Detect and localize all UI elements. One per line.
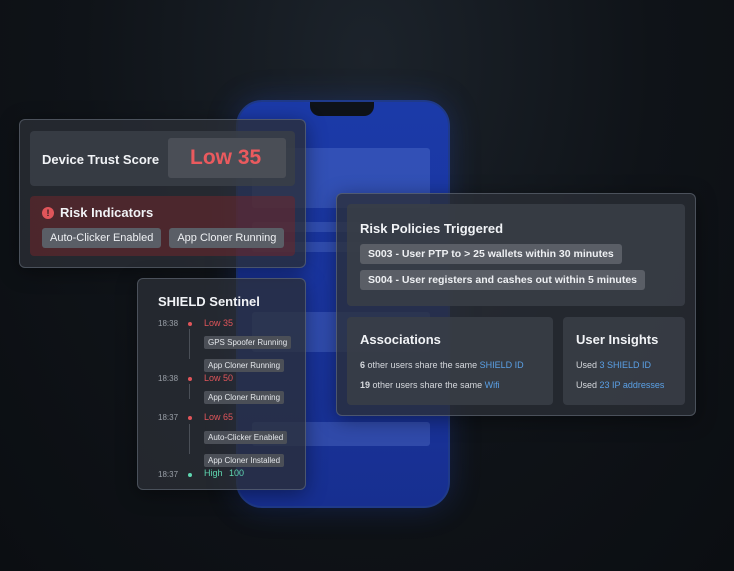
event-chips: GPS Spoofer Running App Cloner Running xyxy=(204,332,292,373)
event-chip: Auto-Clicker Enabled xyxy=(204,431,288,444)
association-line: 6 other users share the same SHIELD ID xyxy=(360,360,524,370)
insight-prefix: Used xyxy=(576,380,598,390)
event-dot-low xyxy=(188,416,192,420)
user-insights-panel: User Insights Used 3 SHIELD ID Used 23 I… xyxy=(563,317,685,405)
event-label: Low 65 xyxy=(204,412,234,422)
phone-notch xyxy=(310,102,374,116)
insight-link[interactable]: 3 SHIELD ID xyxy=(600,360,652,370)
event-time: 18:38 xyxy=(158,319,179,328)
trust-score-title: Device Trust Score xyxy=(42,152,160,167)
event-label: High 100 xyxy=(204,468,244,478)
event-level: High xyxy=(204,468,223,478)
risk-policies-title: Risk Policies Triggered xyxy=(360,221,504,236)
event-score: 100 xyxy=(229,468,245,478)
associations-panel: Associations 6 other users share the sam… xyxy=(347,317,553,405)
insight-link[interactable]: 23 IP addresses xyxy=(600,380,665,390)
event-dot-low xyxy=(188,377,192,381)
timeline-line xyxy=(189,424,190,454)
trust-score-panel: Device Trust Score Low 35 xyxy=(30,131,295,186)
association-link[interactable]: SHIELD ID xyxy=(480,360,524,370)
shield-sentinel-card: SHIELD Sentinel 18:38 Low 35 GPS Spoofer… xyxy=(137,278,306,490)
user-insights-title: User Insights xyxy=(576,332,659,347)
insight-line: Used 23 IP addresses xyxy=(576,380,664,390)
risk-summary-card: Risk Policies Triggered S003 - User PTP … xyxy=(336,193,696,416)
event-time: 18:37 xyxy=(158,470,179,479)
event-dot-high xyxy=(188,473,192,477)
event-chip: App Cloner Running xyxy=(204,359,285,372)
sentinel-title: SHIELD Sentinel xyxy=(158,294,260,309)
risk-indicators-title: Risk Indicators xyxy=(60,205,154,220)
event-chip: App Cloner Installed xyxy=(204,454,285,467)
event-time: 18:38 xyxy=(158,374,179,383)
risk-chip: Auto-Clicker Enabled xyxy=(42,228,162,248)
event-chips: App Cloner Running xyxy=(204,387,285,405)
risk-policies-panel: Risk Policies Triggered S003 - User PTP … xyxy=(347,204,685,306)
event-chips: Auto-Clicker Enabled App Cloner Installe… xyxy=(204,427,288,468)
insight-line: Used 3 SHIELD ID xyxy=(576,360,651,370)
association-count: 6 xyxy=(360,360,366,370)
event-time: 18:37 xyxy=(158,413,179,422)
associations-title: Associations xyxy=(360,332,441,347)
policy-chip: S003 - User PTP to > 25 wallets within 3… xyxy=(360,244,622,264)
association-text: other users share the same xyxy=(367,360,478,370)
trust-score-value: Low 35 xyxy=(190,146,262,169)
association-link[interactable]: Wifi xyxy=(485,380,500,390)
risk-chip: App Cloner Running xyxy=(169,228,285,248)
device-trust-card: Device Trust Score Low 35 ! Risk Indicat… xyxy=(19,119,306,268)
event-chip: GPS Spoofer Running xyxy=(204,336,292,349)
policy-list: S003 - User PTP to > 25 wallets within 3… xyxy=(360,244,646,290)
event-dot-low xyxy=(188,322,192,326)
insight-prefix: Used xyxy=(576,360,598,370)
trust-score-value-box: Low 35 xyxy=(168,138,286,178)
policy-chip: S004 - User registers and cashes out wit… xyxy=(360,270,646,290)
event-label: Low 35 xyxy=(204,318,234,328)
risk-indicators-panel: ! Risk Indicators Auto-Clicker Enabled A… xyxy=(30,196,295,256)
association-count: 19 xyxy=(360,380,371,390)
association-text: other users share the same xyxy=(372,380,483,390)
timeline-line xyxy=(189,384,190,399)
warning-icon: ! xyxy=(42,207,54,219)
association-line: 19 other users share the same Wifi xyxy=(360,380,500,390)
timeline-line xyxy=(189,329,190,359)
event-chip: App Cloner Running xyxy=(204,391,285,404)
event-label: Low 50 xyxy=(204,373,234,383)
risk-chip-list: Auto-Clicker Enabled App Cloner Running xyxy=(42,228,285,248)
